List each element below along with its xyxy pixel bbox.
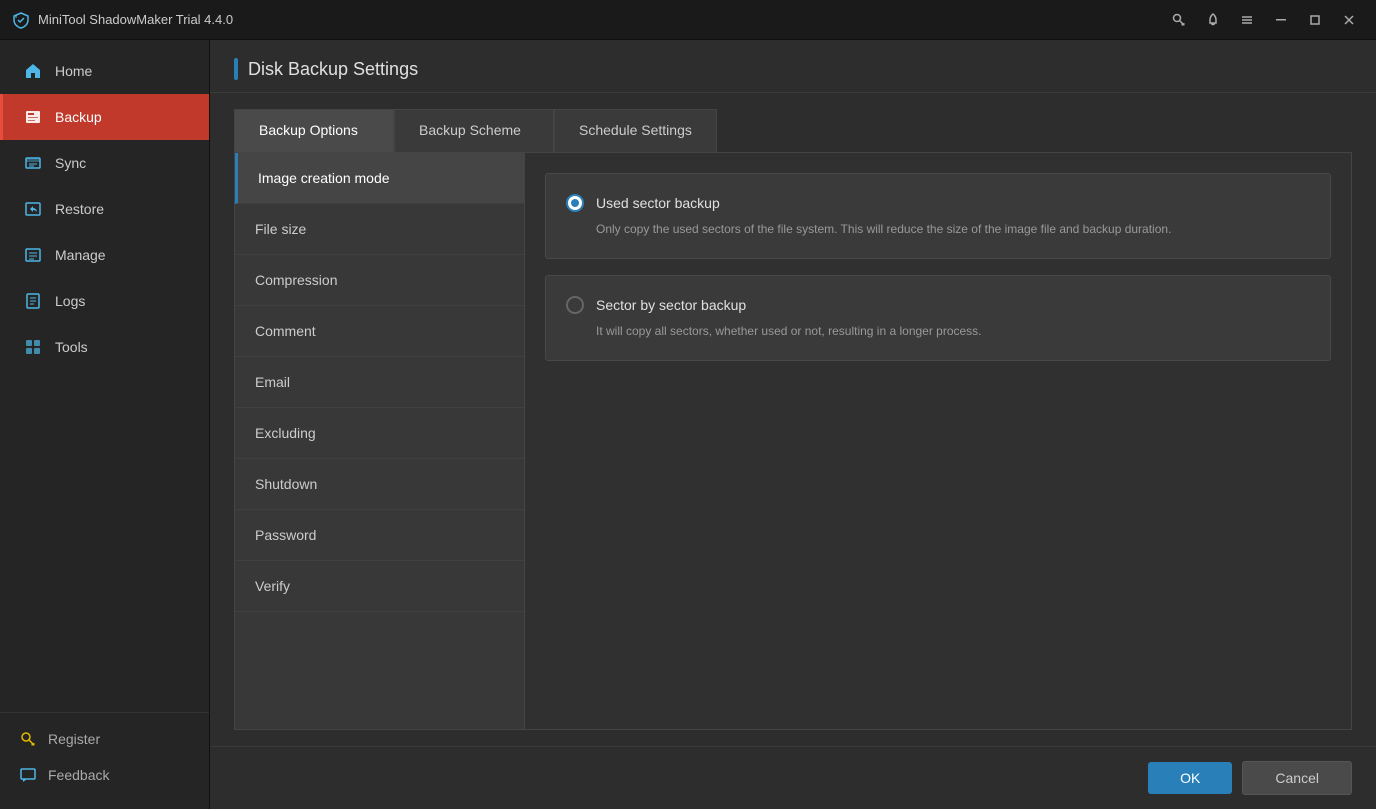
radio-used-sector-indicator (566, 194, 584, 212)
sidebar-item-register[interactable]: Register (0, 721, 209, 757)
title-accent (234, 58, 238, 80)
home-icon (23, 61, 43, 81)
sidebar-label-tools: Tools (55, 339, 88, 355)
options-panel: Image creation mode File size Compressio… (235, 153, 525, 729)
option-image-creation-mode[interactable]: Image creation mode (235, 153, 524, 204)
close-button[interactable] (1334, 5, 1364, 35)
minimize-button[interactable] (1266, 5, 1296, 35)
dialog-footer: OK Cancel (210, 746, 1376, 809)
app-body: Home Backup (0, 40, 1376, 809)
radio-label-used-sector: Used sector backup (596, 195, 720, 211)
sidebar-item-tools[interactable]: Tools (0, 324, 209, 370)
sidebar-item-manage[interactable]: Manage (0, 232, 209, 278)
option-compression[interactable]: Compression (235, 255, 524, 306)
settings-panel: Used sector backup Only copy the used se… (525, 153, 1351, 729)
sidebar-label-backup: Backup (55, 109, 102, 125)
radio-header-used-sector: Used sector backup (566, 194, 1310, 212)
restore-icon (23, 199, 43, 219)
cancel-button[interactable]: Cancel (1242, 761, 1352, 795)
sidebar-label-sync: Sync (55, 155, 86, 171)
tab-backup-options[interactable]: Backup Options (234, 109, 394, 152)
sidebar-item-feedback[interactable]: Feedback (0, 757, 209, 793)
backup-icon (23, 107, 43, 127)
sync-icon (23, 153, 43, 173)
radio-header-sector-by-sector: Sector by sector backup (566, 296, 1310, 314)
radio-sector-by-sector-indicator (566, 296, 584, 314)
option-password[interactable]: Password (235, 510, 524, 561)
app-title: MiniTool ShadowMaker Trial 4.4.0 (38, 12, 233, 27)
sidebar-label-home: Home (55, 63, 92, 79)
feedback-icon (20, 767, 36, 783)
sidebar-item-backup[interactable]: Backup (0, 94, 209, 140)
radio-desc-sector-by-sector: It will copy all sectors, whether used o… (566, 322, 1310, 340)
radio-desc-used-sector: Only copy the used sectors of the file s… (566, 220, 1310, 238)
manage-icon (23, 245, 43, 265)
feedback-label: Feedback (48, 767, 109, 783)
radio-label-sector-by-sector: Sector by sector backup (596, 297, 746, 313)
sidebar-nav: Home Backup (0, 48, 209, 712)
page-title: Disk Backup Settings (248, 59, 418, 80)
option-email[interactable]: Email (235, 357, 524, 408)
sidebar-item-restore[interactable]: Restore (0, 186, 209, 232)
key-button[interactable] (1164, 5, 1194, 35)
sidebar-label-restore: Restore (55, 201, 104, 217)
sidebar-bottom: Register Feedback (0, 712, 209, 809)
sidebar-item-logs[interactable]: Logs (0, 278, 209, 324)
option-shutdown[interactable]: Shutdown (235, 459, 524, 510)
option-comment[interactable]: Comment (235, 306, 524, 357)
tab-schedule-settings[interactable]: Schedule Settings (554, 109, 717, 152)
dialog-body: Image creation mode File size Compressio… (234, 152, 1352, 730)
titlebar-left: MiniTool ShadowMaker Trial 4.4.0 (12, 11, 233, 29)
tools-icon (23, 337, 43, 357)
sidebar: Home Backup (0, 40, 210, 809)
logs-icon (23, 291, 43, 311)
page-title-bar: Disk Backup Settings (210, 40, 1376, 93)
titlebar: MiniTool ShadowMaker Trial 4.4.0 (0, 0, 1376, 40)
maximize-button[interactable] (1300, 5, 1330, 35)
sidebar-label-manage: Manage (55, 247, 106, 263)
tab-bar: Backup Options Backup Scheme Schedule Se… (234, 109, 1352, 152)
radio-card-used-sector[interactable]: Used sector backup Only copy the used se… (545, 173, 1331, 259)
titlebar-controls (1164, 5, 1364, 35)
radio-card-sector-by-sector[interactable]: Sector by sector backup It will copy all… (545, 275, 1331, 361)
ok-button[interactable]: OK (1148, 762, 1232, 794)
sidebar-item-home[interactable]: Home (0, 48, 209, 94)
sidebar-label-logs: Logs (55, 293, 85, 309)
dialog-area: Backup Options Backup Scheme Schedule Se… (210, 93, 1376, 746)
sidebar-item-sync[interactable]: Sync (0, 140, 209, 186)
menu-button[interactable] (1232, 5, 1262, 35)
notification-button[interactable] (1198, 5, 1228, 35)
option-file-size[interactable]: File size (235, 204, 524, 255)
main-content: Disk Backup Settings Backup Options Back… (210, 40, 1376, 809)
app-logo-icon (12, 11, 30, 29)
option-verify[interactable]: Verify (235, 561, 524, 612)
option-excluding[interactable]: Excluding (235, 408, 524, 459)
register-label: Register (48, 731, 100, 747)
tab-backup-scheme[interactable]: Backup Scheme (394, 109, 554, 152)
key-icon (20, 731, 36, 747)
